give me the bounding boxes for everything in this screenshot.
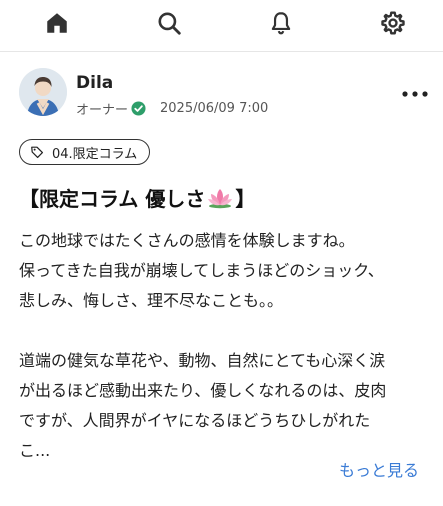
body-line: が出るほど感動出来たり、優しくなれるのは、皮肉 — [19, 381, 387, 400]
post-title-end: 】 — [235, 187, 256, 211]
search-icon — [158, 12, 181, 35]
avatar-image — [19, 68, 67, 116]
notifications-button[interactable] — [261, 6, 301, 40]
more-horizontal-icon — [402, 91, 428, 97]
post-title-text: 【限定コラム 優しさ — [19, 187, 206, 211]
body-line: ですが、人間界がイヤになるほどうちひしがれた — [19, 411, 371, 430]
home-icon — [47, 13, 67, 33]
post-date: 2025/06/09 7:00 — [160, 101, 269, 116]
author-role: オーナー — [76, 103, 129, 118]
settings-button[interactable] — [373, 6, 413, 40]
lotus-emoji-icon — [208, 188, 233, 208]
home-button[interactable] — [37, 6, 77, 40]
category-tag-label: 04.限定コラム — [52, 146, 138, 162]
body-line: この地球ではたくさんの感情を体験しますね。 — [19, 231, 355, 250]
read-more-link[interactable]: もっと見る — [339, 457, 419, 481]
verified-badge-icon — [131, 101, 146, 116]
gear-icon — [381, 11, 405, 35]
tag-icon — [31, 146, 44, 159]
avatar[interactable] — [19, 68, 67, 116]
post-meta: オーナー 2025/06/09 7:00 — [76, 99, 268, 118]
bell-icon — [271, 12, 291, 35]
search-button[interactable] — [149, 6, 189, 40]
body-line: 道端の健気な草花や、動物、自然にとても心深く涙 — [19, 351, 386, 370]
body-line: 悲しみ、悔しさ、理不尽なことも。。 — [19, 291, 284, 310]
category-tag[interactable]: 04.限定コラム — [19, 139, 151, 165]
top-navigation — [0, 0, 443, 52]
post-body: この地球ではたくさんの感情を体験しますね。 保ってきた自我が崩壊してしまうほどの… — [19, 226, 429, 466]
post-title[interactable]: 【限定コラム 優しさ 】 — [19, 183, 255, 212]
more-options-button[interactable] — [399, 84, 431, 104]
author-name[interactable]: Dila — [76, 73, 113, 93]
body-line: 保ってきた自我が崩壊してしまうほどのショック、 — [19, 261, 384, 280]
